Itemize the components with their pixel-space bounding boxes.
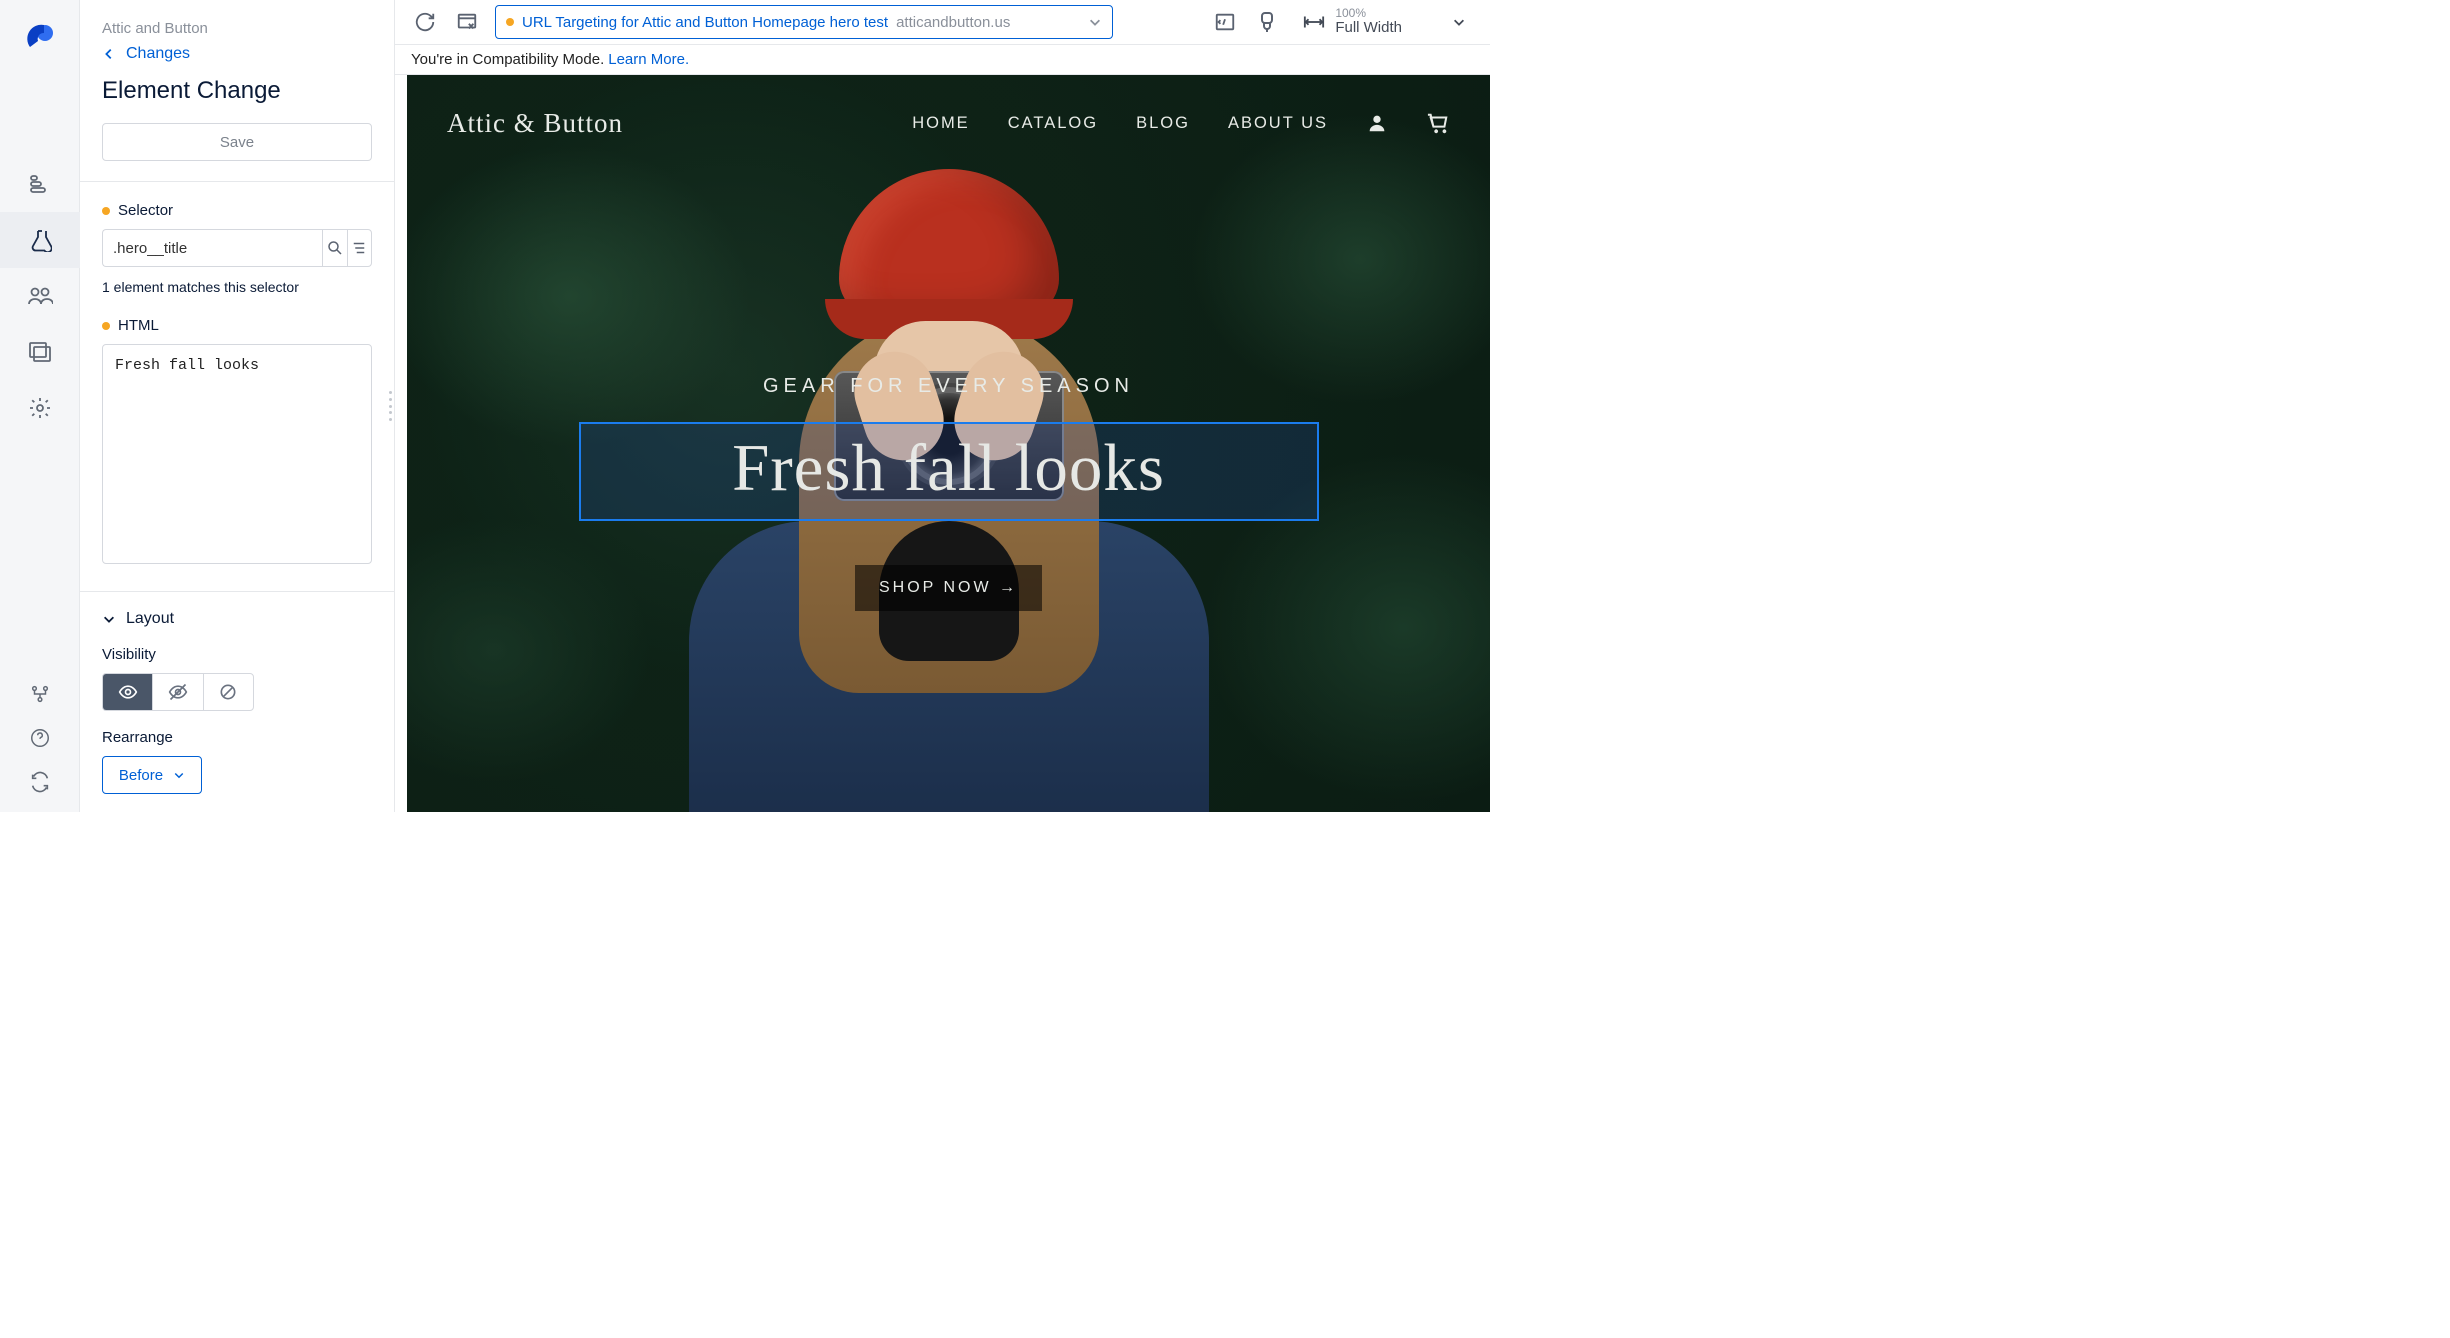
visibility-visible-button[interactable]: [103, 674, 153, 710]
reload-button[interactable]: [411, 8, 439, 36]
devtools-button[interactable]: [1253, 8, 1281, 36]
rail-history-icon[interactable]: [0, 676, 80, 712]
selector-highlight-button[interactable]: [347, 229, 372, 267]
compatibility-banner: You're in Compatibility Mode. Learn More…: [395, 45, 1490, 75]
viewport-selector[interactable]: 100% Full Width: [1295, 7, 1474, 37]
optimizely-logo[interactable]: [21, 18, 59, 56]
nav-home[interactable]: HOME: [912, 114, 970, 133]
viewport-pct: 100%: [1335, 7, 1402, 19]
sidebar-panel: Attic and Button Changes Element Change …: [80, 0, 395, 812]
compat-text: You're in Compatibility Mode.: [411, 51, 604, 68]
site-preview[interactable]: Attic & Button HOME CATALOG BLOG ABOUT U…: [407, 75, 1490, 812]
url-domain: atticandbutton.us: [896, 14, 1010, 31]
sidebar-resize-handle[interactable]: [387, 391, 395, 421]
breadcrumb: Attic and Button: [102, 20, 372, 37]
modified-dot-icon: [102, 207, 110, 215]
layout-title: Layout: [126, 610, 174, 628]
modified-dot-icon: [102, 322, 110, 330]
layout-section-toggle[interactable]: Layout: [80, 591, 394, 646]
hero-title: Fresh fall looks: [581, 430, 1317, 507]
rail-help-icon[interactable]: [0, 720, 80, 756]
width-icon: [1303, 14, 1325, 30]
panel-title: Element Change: [102, 77, 372, 105]
viewport-label: Full Width: [1335, 19, 1402, 37]
rail-experiments-icon[interactable]: [0, 212, 80, 268]
account-icon[interactable]: [1366, 112, 1388, 134]
nav-catalog[interactable]: CATALOG: [1008, 114, 1098, 133]
hero-eyebrow: GEAR FOR EVERY SEASON: [407, 375, 1490, 398]
save-button[interactable]: Save: [102, 123, 372, 161]
rail-sync-icon[interactable]: [0, 764, 80, 800]
url-targeting-bar[interactable]: URL Targeting for Attic and Button Homep…: [495, 5, 1113, 39]
visibility-label: Visibility: [102, 646, 372, 663]
html-textarea[interactable]: [102, 344, 372, 564]
compat-learn-more-link[interactable]: Learn More.: [608, 51, 689, 68]
back-link-label: Changes: [126, 45, 190, 63]
preview-toolbar: URL Targeting for Attic and Button Homep…: [395, 0, 1490, 45]
rail-pages-icon[interactable]: [0, 324, 80, 380]
nav-about[interactable]: ABOUT US: [1228, 114, 1328, 133]
rail-audiences-icon[interactable]: [0, 268, 80, 324]
cart-icon[interactable]: [1426, 112, 1450, 134]
hero-title-selected[interactable]: Fresh fall looks: [579, 422, 1319, 521]
site-nav: Attic & Button HOME CATALOG BLOG ABOUT U…: [407, 75, 1490, 171]
rail-settings-icon[interactable]: [0, 380, 80, 436]
interactive-mode-button[interactable]: [453, 8, 481, 36]
main-area: URL Targeting for Attic and Button Homep…: [395, 0, 1490, 812]
visibility-hidden-button[interactable]: [153, 674, 203, 710]
visibility-segment: [102, 673, 254, 711]
chevron-down-icon: [1088, 15, 1102, 29]
back-to-changes[interactable]: Changes: [102, 45, 372, 63]
selector-label: Selector: [102, 202, 372, 219]
chevron-down-icon: [173, 769, 185, 781]
selector-input[interactable]: [102, 229, 322, 267]
html-label: HTML: [102, 317, 372, 334]
site-brand[interactable]: Attic & Button: [447, 108, 623, 139]
shop-now-button[interactable]: SHOP NOW →: [855, 565, 1042, 611]
chevron-down-icon: [1452, 15, 1466, 29]
rail-variations-icon[interactable]: [0, 156, 80, 212]
url-label: URL Targeting for Attic and Button Homep…: [522, 14, 888, 31]
selector-hint: 1 element matches this selector: [102, 279, 372, 295]
app-rail: [0, 0, 80, 812]
nav-blog[interactable]: BLOG: [1136, 114, 1190, 133]
code-editor-button[interactable]: [1211, 8, 1239, 36]
selector-search-button[interactable]: [322, 229, 347, 267]
rearrange-label: Rearrange: [102, 729, 372, 746]
visibility-removed-button[interactable]: [204, 674, 253, 710]
rearrange-dropdown[interactable]: Before: [102, 756, 202, 794]
status-dot-icon: [506, 18, 514, 26]
